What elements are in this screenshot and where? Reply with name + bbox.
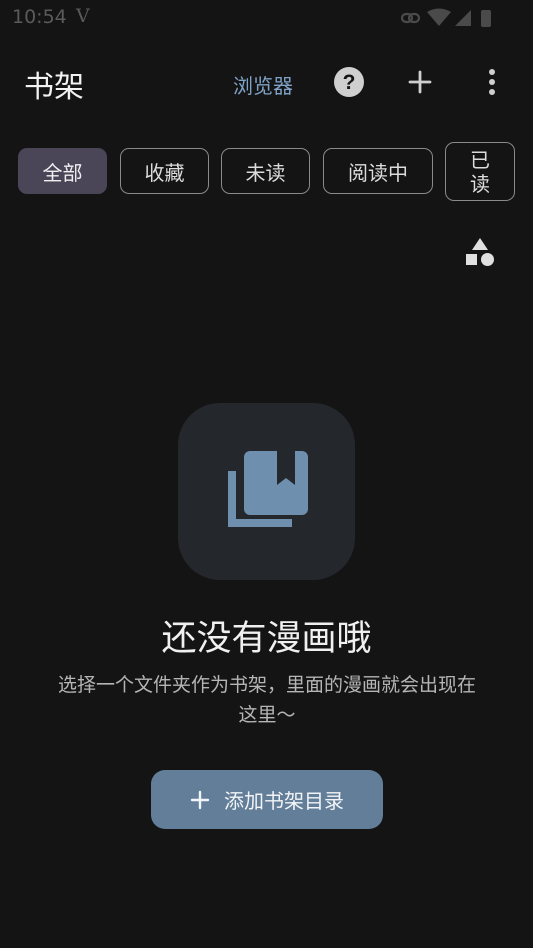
plus-icon [190,790,210,809]
battery-icon [481,10,491,27]
filter-chip-reading[interactable]: 阅读中 [323,148,433,194]
svg-text:?: ? [343,71,356,94]
status-time: 10:54 [12,6,67,28]
add-icon[interactable] [404,66,436,98]
status-indicator: V [76,5,90,27]
status-icons [401,8,491,27]
status-bar: 10:54 V [0,0,533,36]
filter-chip-unread[interactable]: 未读 [221,148,310,194]
empty-state-description: 选择一个文件夹作为书架，里面的漫画就会出现在这里～ [57,674,476,726]
page-title: 书架 [24,70,84,105]
add-shelf-directory-button[interactable]: 添加书架目录 [151,770,383,829]
wifi-icon [427,8,451,26]
filter-chip-all[interactable]: 全部 [18,148,107,194]
browser-button[interactable]: 浏览器 [233,70,293,99]
more-vert-icon[interactable] [476,66,508,98]
empty-state-tile [178,403,355,580]
filter-chip-read[interactable]: 已读 [445,142,515,201]
signal-icon [455,10,471,26]
library-books-icon [228,451,308,527]
link-icon [401,12,421,24]
filter-chip-favorites[interactable]: 收藏 [120,148,209,194]
empty-state-title: 还没有漫画哦 [161,619,372,659]
shapes-icon[interactable] [464,236,496,268]
help-icon[interactable]: ? [333,66,365,98]
add-shelf-directory-label: 添加书架目录 [224,789,344,813]
